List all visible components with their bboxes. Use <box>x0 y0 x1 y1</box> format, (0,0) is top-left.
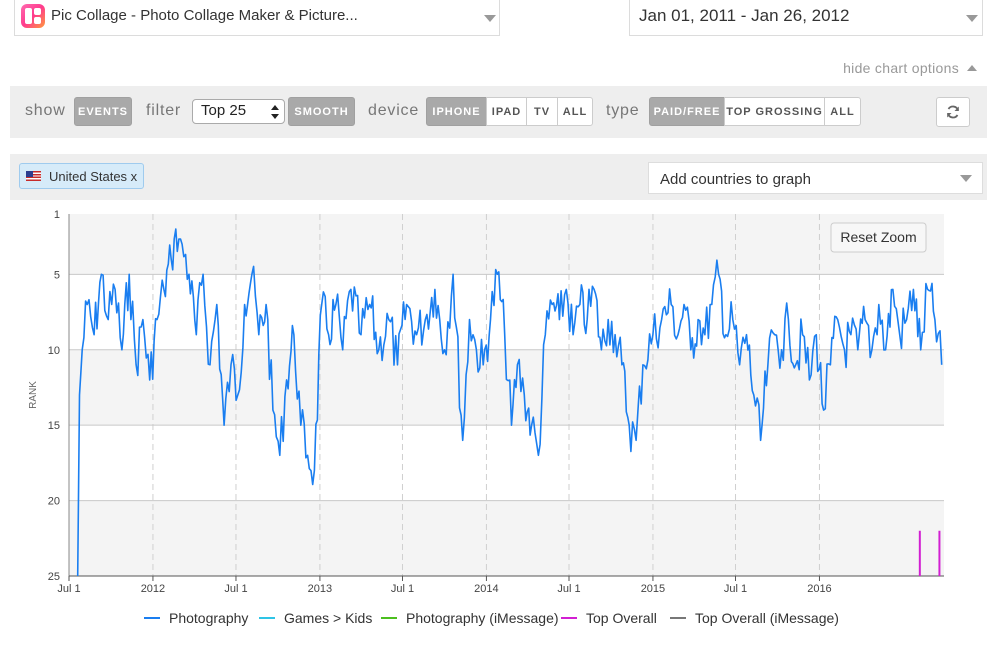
y-tick-label: 25 <box>48 571 60 583</box>
legend-item[interactable]: Photography (iMessage) <box>381 610 559 626</box>
country-tag-united-states[interactable]: United States x <box>19 163 145 189</box>
chevron-down-icon <box>966 15 978 22</box>
reset-zoom-button[interactable]: Reset Zoom <box>830 222 927 253</box>
refresh-icon <box>947 105 959 119</box>
type-top-grossing-button[interactable]: TOP GROSSING <box>724 97 825 126</box>
legend-label: Games > Kids <box>284 610 372 626</box>
y-tick-label: 15 <box>48 420 60 432</box>
chart-options-bar: show EVENTS filter Top 25 SMOOTH device … <box>10 86 987 138</box>
chevron-down-icon <box>484 15 496 22</box>
filter-label: filter <box>146 102 182 119</box>
x-tick-label: 2014 <box>474 583 498 595</box>
legend-item[interactable]: Top Overall (iMessage) <box>670 610 839 626</box>
plot-background <box>69 214 944 576</box>
us-flag-icon <box>26 171 41 181</box>
legend-item[interactable]: Top Overall <box>561 610 657 626</box>
legend-label: Photography (iMessage) <box>406 610 559 626</box>
legend-label: Top Overall <box>586 610 657 626</box>
app-select[interactable]: Pic Collage - Photo Collage Maker & Pict… <box>14 0 500 36</box>
x-tick-label: Jul 1 <box>57 583 80 595</box>
rank-chart: 1 5 10 15 20 25 Jul 1 2012 Jul 1 2013 Jul 1 2014 Ju… <box>10 202 987 642</box>
y-tick-label: 20 <box>48 496 60 508</box>
y-tick-label: 5 <box>54 269 60 281</box>
type-paid-free-button[interactable]: PAID/FREE <box>649 97 725 126</box>
x-tick-label: 2015 <box>641 583 665 595</box>
chevron-down-icon <box>960 175 972 182</box>
legend-label: Photography <box>169 610 248 626</box>
x-tick-label: Jul 1 <box>724 583 747 595</box>
y-axis-label: RANK <box>28 381 39 409</box>
device-all-button[interactable]: ALL <box>557 97 593 126</box>
x-tick-label: 2013 <box>308 583 332 595</box>
legend-label: Top Overall (iMessage) <box>695 610 839 626</box>
device-label: device <box>368 102 420 119</box>
add-countries-select[interactable]: Add countries to graph <box>648 162 983 194</box>
hide-chart-options-link[interactable]: hide chart options <box>843 60 977 76</box>
type-button-group: PAID/FREE TOP GROSSING ALL <box>649 97 861 126</box>
filter-value: Top 25 <box>201 102 247 119</box>
rank-chart-svg: 1510152025 Jul 1 2012 Jul 1 2013 Jul 1 2014 Ju… <box>28 209 944 626</box>
date-range-value: Jan 01, 2011 - Jan 26, 2012 <box>639 6 850 25</box>
x-tick-label: Jul 1 <box>391 583 414 595</box>
x-tick-label: 2016 <box>807 583 831 595</box>
countries-bar: United States x Add countries to graph <box>10 154 987 200</box>
device-ipad-button[interactable]: IPAD <box>486 97 527 126</box>
filter-select[interactable]: Top 25 <box>192 99 285 124</box>
type-all-button[interactable]: ALL <box>824 97 861 126</box>
refresh-button[interactable] <box>936 97 970 127</box>
y-tick-label: 1 <box>54 209 60 221</box>
x-tick-label: Jul 1 <box>557 583 580 595</box>
x-tick-label: 2012 <box>141 583 165 595</box>
plot-band <box>69 425 944 501</box>
show-label: show <box>25 102 66 119</box>
reset-zoom-label: Reset Zoom <box>840 229 916 245</box>
app-title: Pic Collage - Photo Collage Maker & Pict… <box>51 7 358 24</box>
legend-item[interactable]: Photography <box>144 610 248 626</box>
hide-chart-options-label: hide chart options <box>843 60 959 76</box>
select-arrows-icon <box>271 104 279 120</box>
device-button-group: IPHONE IPAD TV ALL <box>426 97 593 126</box>
add-countries-placeholder: Add countries to graph <box>660 171 811 188</box>
plot-band <box>69 274 944 350</box>
device-iphone-button[interactable]: IPHONE <box>426 97 487 126</box>
legend-item[interactable]: Games > Kids <box>259 610 372 626</box>
y-tick-label: 10 <box>48 345 60 357</box>
device-tv-button[interactable]: TV <box>526 97 558 126</box>
pic-collage-app-icon <box>21 4 45 28</box>
chevron-up-icon <box>967 65 977 71</box>
events-button[interactable]: EVENTS <box>74 97 132 126</box>
date-range-select[interactable]: Jan 01, 2011 - Jan 26, 2012 <box>629 0 983 36</box>
country-tag-label: United States x <box>49 168 138 184</box>
x-tick-label: Jul 1 <box>224 583 247 595</box>
smooth-button[interactable]: SMOOTH <box>288 97 355 126</box>
type-label: type <box>606 102 640 119</box>
